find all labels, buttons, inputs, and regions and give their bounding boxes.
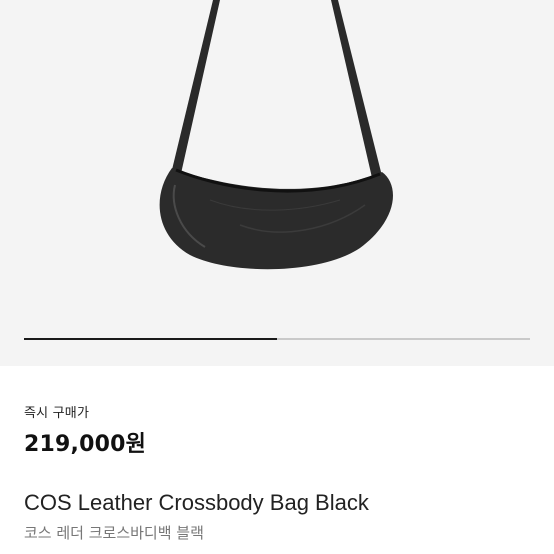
product-info: 즉시 구매가 219,000원 COS Leather Crossbody Ba…: [24, 366, 530, 554]
bag-body: [159, 168, 393, 270]
bag-strap-right: [331, 0, 383, 182]
product-title: COS Leather Crossbody Bag Black: [24, 490, 369, 515]
product-image-area[interactable]: [0, 0, 554, 366]
bag-strap-left: [170, 0, 220, 178]
carousel-progress-fill: [24, 338, 277, 340]
price: 219,000원: [24, 432, 147, 457]
carousel-progress-bar: [24, 338, 530, 340]
instant-purchase-label: 즉시 구매가: [24, 406, 90, 421]
bag-photo: [159, 0, 393, 270]
product-subtitle: 코스 레더 크로스바디백 블랙: [24, 524, 204, 542]
